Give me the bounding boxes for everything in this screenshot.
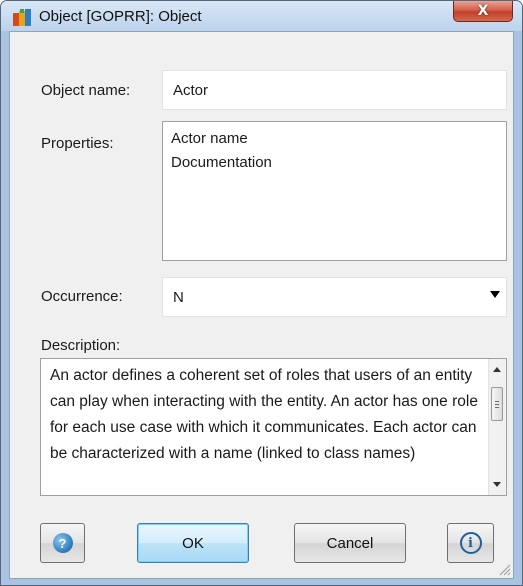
window-title: Object [GOPRR]: Object xyxy=(39,8,202,25)
occurrence-label: Occurrence: xyxy=(41,288,123,305)
object-name-label: Object name: xyxy=(41,82,131,99)
resize-grip-icon[interactable] xyxy=(499,564,511,576)
description-textarea[interactable]: An actor defines a coherent set of roles… xyxy=(40,358,507,496)
dialog-body: Object name: Actor Properties: Actor nam… xyxy=(9,31,514,579)
occurrence-value: N xyxy=(173,289,184,306)
info-button[interactable]: i xyxy=(447,523,494,563)
help-icon: ? xyxy=(52,533,73,553)
description-label: Description: xyxy=(41,337,121,354)
close-icon: X xyxy=(477,3,489,19)
scroll-thumb[interactable] xyxy=(491,387,503,421)
chevron-down-icon[interactable] xyxy=(490,291,500,298)
occurrence-select[interactable]: N xyxy=(162,277,507,317)
properties-list[interactable]: Actor name Documentation xyxy=(162,121,507,261)
list-item[interactable]: Actor name xyxy=(171,130,248,147)
dialog-window: Object [GOPRR]: Object X Object name: Ac… xyxy=(0,0,523,586)
button-bar: ? OK Cancel i xyxy=(10,496,513,578)
properties-label: Properties: xyxy=(41,135,114,152)
object-name-input[interactable]: Actor xyxy=(162,70,507,110)
cancel-button[interactable]: Cancel xyxy=(294,523,406,563)
app-icon xyxy=(13,9,31,26)
description-scrollbar[interactable] xyxy=(488,359,506,495)
ok-button[interactable]: OK xyxy=(137,523,249,563)
title-bar[interactable]: Object [GOPRR]: Object X xyxy=(1,1,522,31)
close-button[interactable]: X xyxy=(453,1,513,22)
help-button[interactable]: ? xyxy=(40,523,85,563)
description-text: An actor defines a coherent set of roles… xyxy=(50,367,478,462)
scroll-up-icon[interactable] xyxy=(493,367,501,372)
list-item[interactable]: Documentation xyxy=(171,154,272,171)
info-icon: i xyxy=(459,532,482,554)
scroll-down-icon[interactable] xyxy=(493,482,501,487)
